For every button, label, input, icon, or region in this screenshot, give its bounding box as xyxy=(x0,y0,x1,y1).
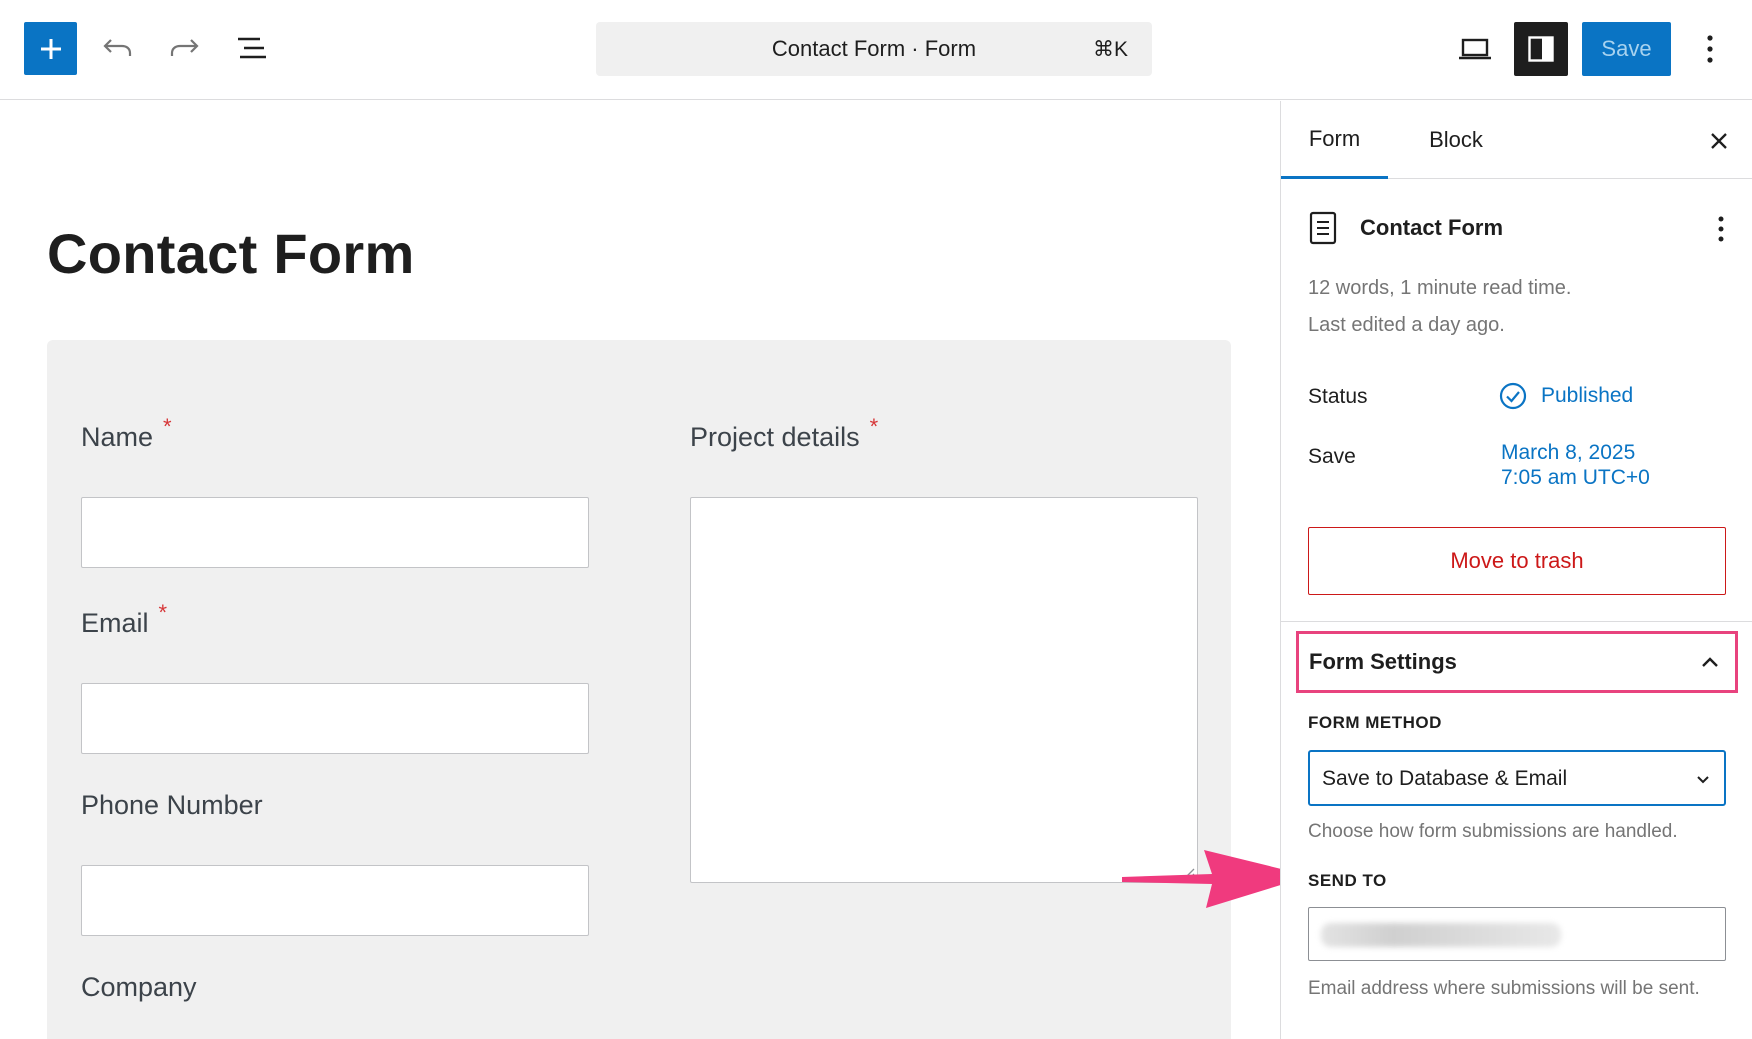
command-shortcut: ⌘K xyxy=(1092,37,1128,61)
panel-divider xyxy=(1281,621,1752,622)
word-count: 12 words, 1 minute read time. xyxy=(1308,277,1572,299)
settings-panel-icon xyxy=(1528,36,1554,62)
required-mark: * xyxy=(158,600,168,625)
chevron-down-icon xyxy=(1697,776,1709,784)
required-mark: * xyxy=(163,414,172,439)
more-vertical-icon xyxy=(1707,35,1713,63)
list-view-icon xyxy=(238,37,266,59)
send-to-label: SEND TO xyxy=(1308,871,1387,890)
page-title[interactable]: Contact Form xyxy=(47,221,415,286)
send-to-help: Email address where submissions will be … xyxy=(1308,978,1700,999)
settings-sidebar: Form Block Contact Form 12 words, 1 minu… xyxy=(1280,101,1752,1039)
email-label-text: Email xyxy=(81,608,149,638)
add-block-button[interactable] xyxy=(24,22,77,75)
more-vertical-icon xyxy=(1718,216,1724,242)
project-label-text: Project details xyxy=(690,422,860,452)
name-label: Name * xyxy=(81,414,172,453)
required-mark: * xyxy=(869,414,879,439)
sidebar-tabs: Form Block xyxy=(1281,101,1752,179)
form-block[interactable]: Name * Email * Phone Number Company Projec… xyxy=(47,340,1231,1039)
command-palette-bar[interactable]: Contact Form · Form ⌘K xyxy=(596,22,1152,76)
email-input[interactable] xyxy=(81,683,589,754)
undo-button[interactable] xyxy=(96,26,140,70)
undo-icon xyxy=(103,39,132,56)
close-icon xyxy=(1711,133,1727,149)
project-details-textarea[interactable] xyxy=(690,497,1198,883)
save-button[interactable]: Save xyxy=(1582,22,1671,76)
document-name: Contact Form xyxy=(1360,215,1503,240)
move-to-trash-button[interactable]: Move to trash xyxy=(1308,527,1726,595)
editor-canvas: Contact Form Name * Email * Phone Number C… xyxy=(0,101,1310,1039)
document-title: Contact Form · Form xyxy=(771,36,977,61)
form-method-value: Save to Database & Email xyxy=(1322,767,1568,790)
document-actions-button[interactable] xyxy=(1708,209,1734,249)
plus-icon xyxy=(40,38,61,59)
last-edited: Last edited a day ago. xyxy=(1308,314,1505,336)
published-check-icon xyxy=(1499,382,1527,410)
redo-icon xyxy=(170,39,199,56)
name-label-text: Name xyxy=(81,422,154,452)
document-overview-button[interactable] xyxy=(230,26,274,70)
phone-label: Phone Number xyxy=(81,790,263,820)
name-input[interactable] xyxy=(81,497,589,568)
redacted-email xyxy=(1321,923,1561,947)
options-menu-button[interactable] xyxy=(1692,26,1728,72)
form-settings-title: Form Settings xyxy=(1309,649,1457,674)
desktop-preview-icon xyxy=(1459,38,1491,60)
close-sidebar-button[interactable] xyxy=(1699,121,1739,161)
tab-block[interactable]: Block xyxy=(1411,101,1501,179)
save-date[interactable]: March 8, 2025 xyxy=(1501,441,1635,465)
status-value[interactable]: Published xyxy=(1541,384,1633,408)
chevron-up-icon xyxy=(1702,657,1718,667)
settings-toggle-button[interactable] xyxy=(1514,22,1568,76)
document-icon xyxy=(1309,211,1337,245)
form-method-label: FORM METHOD xyxy=(1308,713,1442,732)
send-to-email-input[interactable] xyxy=(1308,907,1726,961)
resize-grip-icon[interactable] xyxy=(1181,866,1195,880)
save-label: Save xyxy=(1308,445,1356,468)
editor-toolbar: Contact Form · Form ⌘K Save xyxy=(0,0,1752,100)
status-label: Status xyxy=(1308,385,1368,408)
form-method-help: Choose how form submissions are handled. xyxy=(1308,821,1678,842)
document-summary: Contact Form xyxy=(1308,209,1728,249)
company-label: Company xyxy=(81,972,197,1002)
phone-input[interactable] xyxy=(81,865,589,936)
redo-button[interactable] xyxy=(162,26,206,70)
project-details-label: Project details * xyxy=(690,414,878,453)
form-method-select[interactable]: Save to Database & Email xyxy=(1308,750,1726,806)
form-settings-panel-toggle[interactable]: Form Settings xyxy=(1296,631,1738,693)
save-time[interactable]: 7:05 am UTC+0 xyxy=(1501,466,1650,490)
preview-button[interactable] xyxy=(1452,26,1498,72)
tab-form[interactable]: Form xyxy=(1281,101,1388,179)
email-label: Email * xyxy=(81,600,167,639)
